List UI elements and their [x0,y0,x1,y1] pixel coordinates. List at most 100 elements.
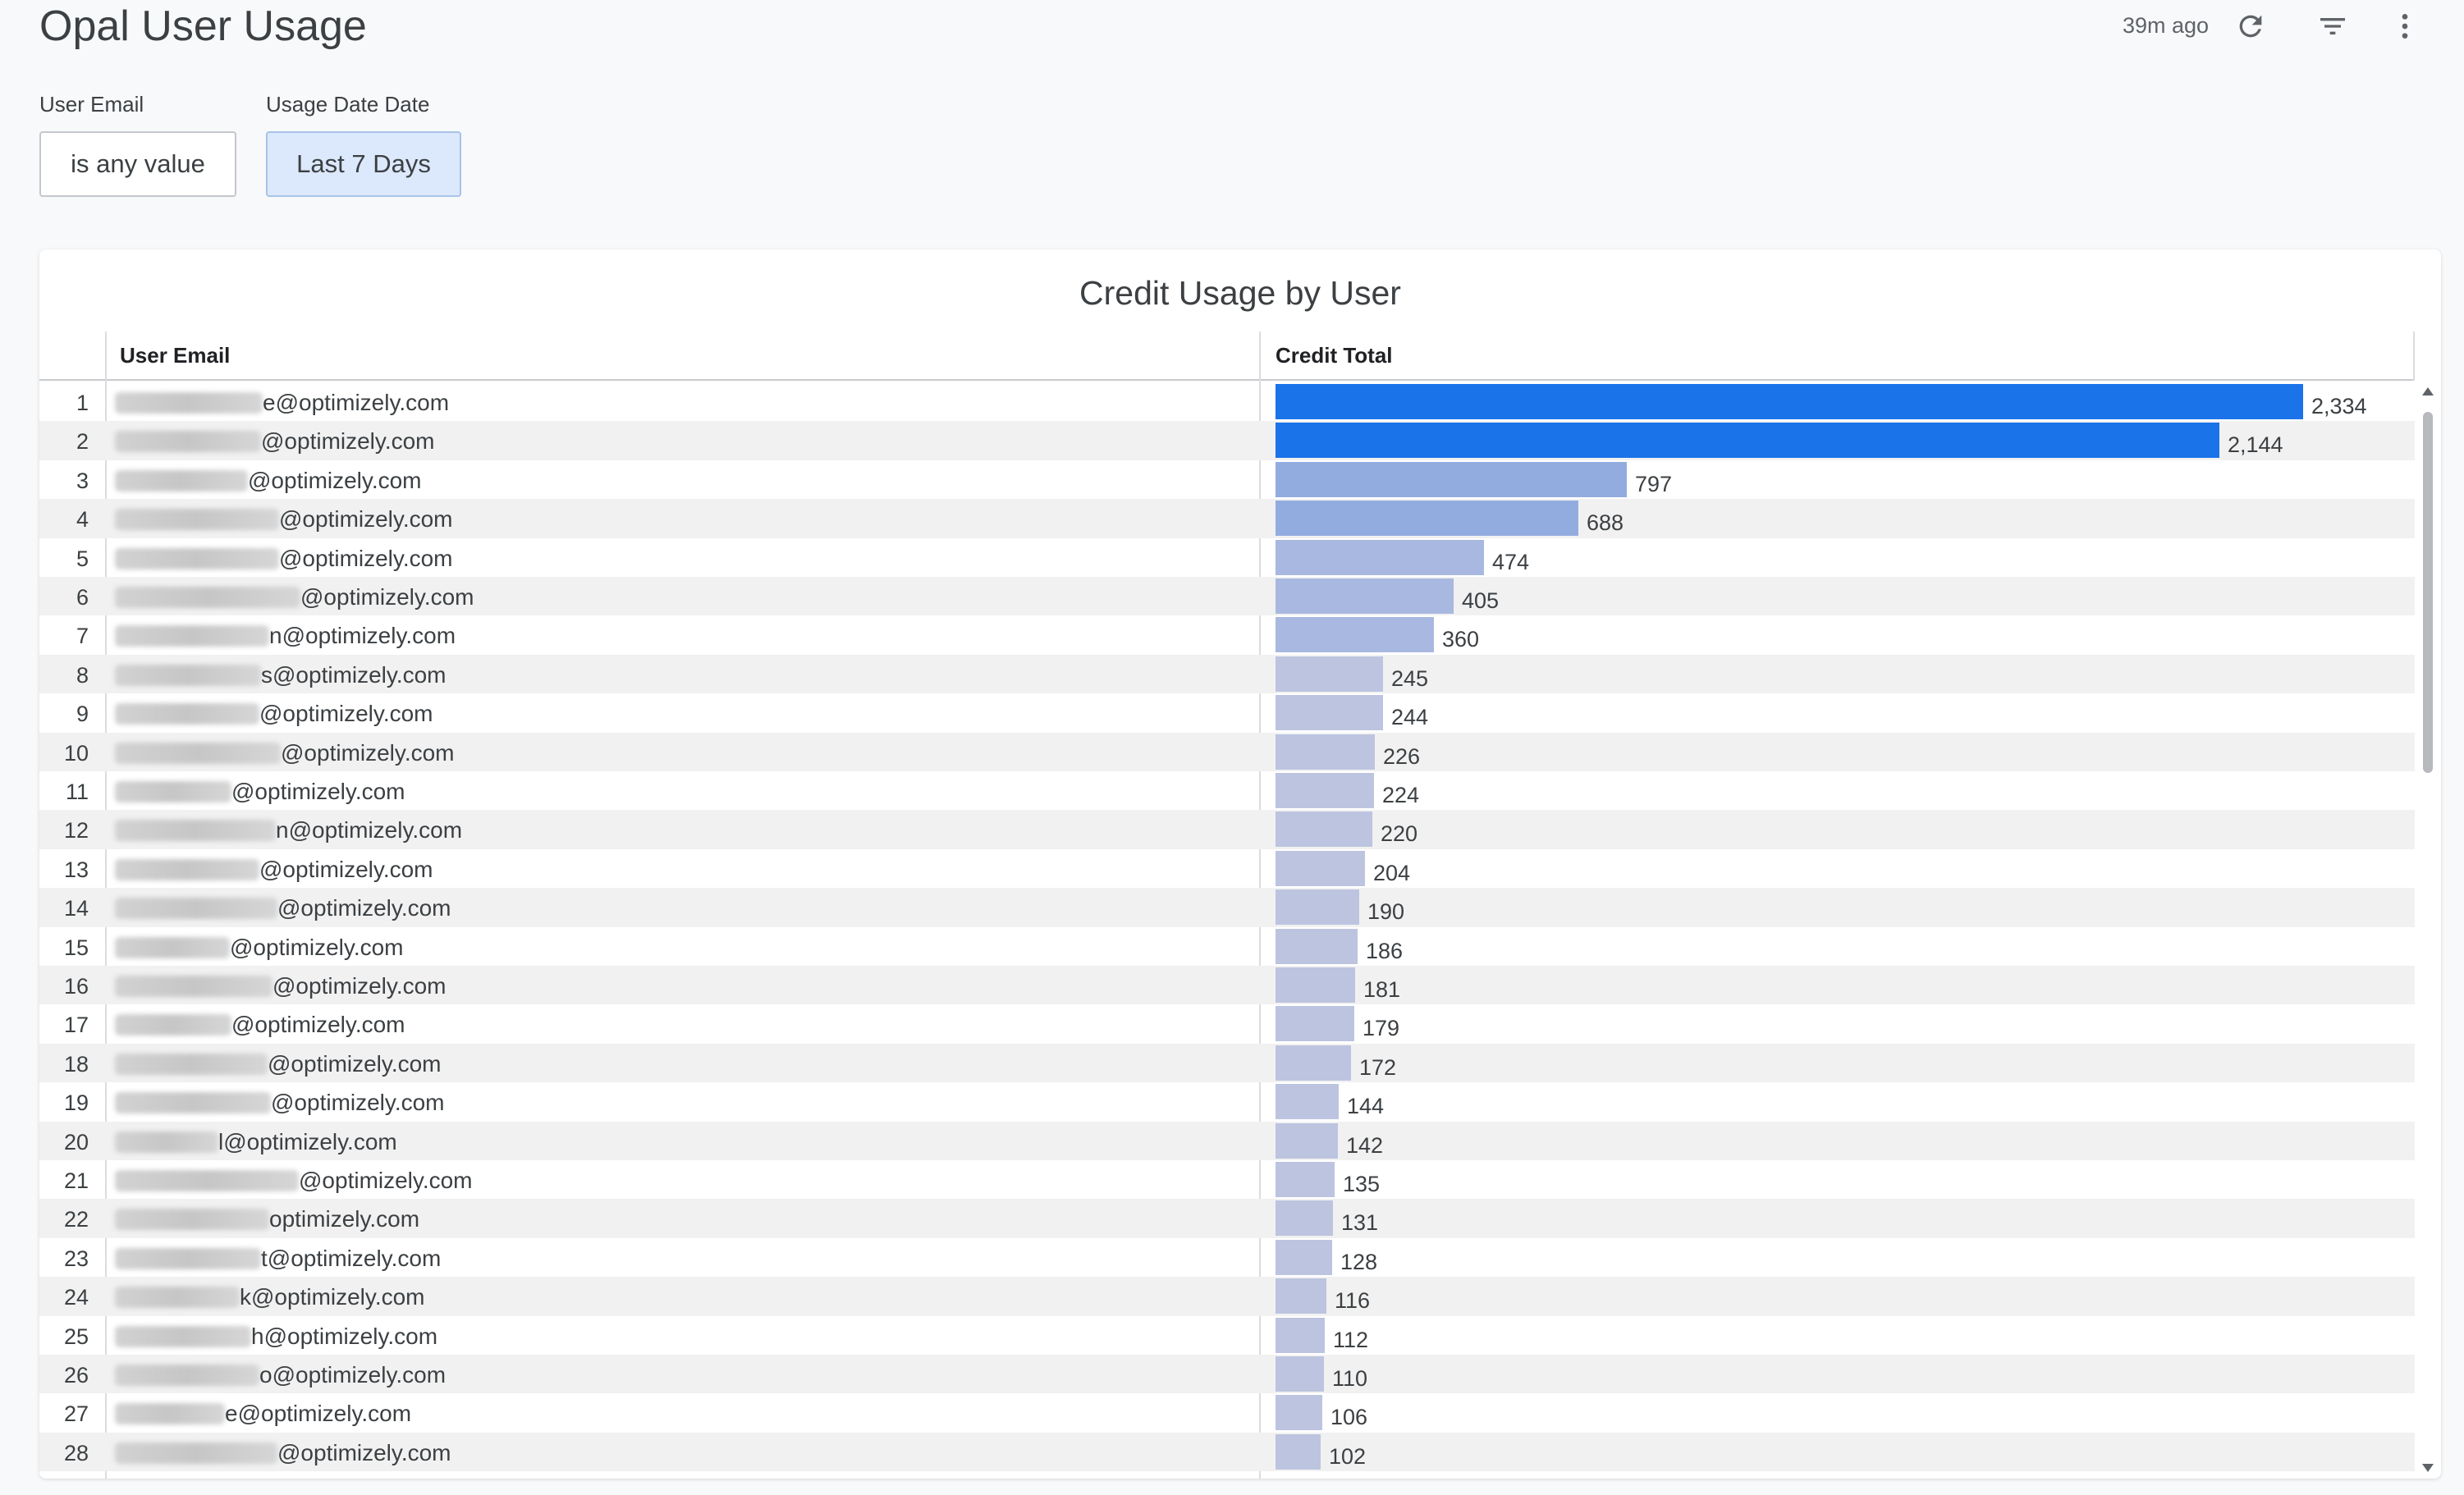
credit-bar[interactable] [1276,1045,1351,1081]
table-row[interactable]: 21 @optimizely.com 135 [39,1160,2415,1199]
table-row[interactable]: 3 @optimizely.com 797 [39,460,2415,499]
credit-bar[interactable] [1276,1278,1326,1314]
credit-bar[interactable] [1276,1084,1339,1120]
user-email-cell[interactable]: @optimizely.com [271,1090,445,1116]
user-email-cell[interactable]: @optimizely.com [277,1440,451,1466]
user-email-cell[interactable]: @optimizely.com [300,584,474,610]
table-row[interactable]: 19 @optimizely.com 144 [39,1082,2415,1121]
credit-bar[interactable] [1276,967,1355,1003]
credit-bar[interactable] [1276,656,1383,692]
credit-bar[interactable] [1276,1200,1333,1237]
tile-title: Credit Usage by User [1079,274,1401,312]
credit-bar[interactable] [1276,695,1383,731]
credit-bar[interactable] [1276,1317,1325,1353]
credit-bar[interactable] [1276,384,2303,419]
user-email-cell[interactable]: @optimizely.com [281,740,455,766]
vertical-scrollbar[interactable] [2420,384,2436,1479]
user-email-cell[interactable]: l@optimizely.com [218,1129,397,1155]
credit-bar[interactable] [1276,1006,1354,1042]
column-header-credit-total[interactable]: Credit Total [1276,331,1393,379]
table-row[interactable]: 8 s@optimizely.com 245 [39,654,2415,694]
credit-bar[interactable] [1276,734,1375,770]
user-email-cell[interactable]: @optimizely.com [259,857,433,883]
table-row[interactable]: 16 @optimizely.com 181 [39,966,2415,1005]
credit-bar[interactable] [1276,539,1484,575]
user-email-cell[interactable]: @optimizely.com [231,1012,405,1038]
user-email-cell[interactable]: e@optimizely.com [225,1401,411,1427]
user-email-cell[interactable]: @optimizely.com [273,973,447,999]
more-options-button[interactable] [2385,7,2425,46]
credit-bar[interactable] [1276,578,1454,614]
table-row[interactable]: 11 @optimizely.com 224 [39,771,2415,810]
credit-bar[interactable] [1276,461,1627,497]
user-email-cell[interactable]: @optimizely.com [279,546,453,572]
user-email-cell[interactable]: n@optimizely.com [276,817,462,844]
table-row[interactable]: 10 @optimizely.com 226 [39,732,2415,771]
credit-bar[interactable] [1276,1239,1332,1275]
table-row[interactable]: 13 @optimizely.com 204 [39,849,2415,888]
table-row[interactable]: 28 @optimizely.com 102 [39,1432,2415,1472]
credit-bar[interactable] [1276,850,1365,886]
usage-date-filter-chip[interactable]: Last 7 Days [266,131,461,197]
refresh-button[interactable] [2231,7,2270,46]
table-row[interactable]: 18 @optimizely.com 172 [39,1043,2415,1083]
user-email-cell[interactable]: k@optimizely.com [240,1284,425,1310]
row-number: 16 [63,974,89,999]
table-row[interactable]: 15 @optimizely.com 186 [39,927,2415,966]
scroll-thumb[interactable] [2423,412,2433,773]
credit-bar[interactable] [1276,1433,1321,1470]
table-row[interactable]: 17 @optimizely.com 179 [39,1004,2415,1043]
filter-button[interactable] [2313,7,2352,46]
column-header-user-email[interactable]: User Email [120,331,230,379]
credit-bar[interactable] [1276,423,2219,459]
user-email-cell[interactable]: @optimizely.com [231,779,405,805]
user-email-cell[interactable]: t@optimizely.com [261,1246,441,1272]
credit-bar[interactable] [1276,812,1372,848]
user-email-cell[interactable]: @optimizely.com [299,1168,473,1194]
scroll-up-icon[interactable] [2422,387,2434,395]
user-email-filter-chip[interactable]: is any value [39,131,236,197]
user-email-cell[interactable]: @optimizely.com [277,895,451,921]
user-email-cell[interactable]: @optimizely.com [230,935,404,961]
table-row[interactable]: 2 @optimizely.com 2,144 [39,421,2415,460]
table-row[interactable]: 24 k@optimizely.com 116 [39,1277,2415,1316]
user-email-cell[interactable]: o@optimizely.com [259,1362,446,1388]
row-number: 2 [76,429,89,455]
credit-bar[interactable] [1276,1356,1324,1392]
user-email-cell[interactable]: @optimizely.com [259,701,433,727]
table-row[interactable]: 27 e@optimizely.com 106 [39,1393,2415,1432]
credit-bar[interactable] [1276,1122,1338,1159]
table-row[interactable]: 7 n@optimizely.com 360 [39,615,2415,654]
credit-bar[interactable] [1276,889,1359,926]
credit-bar[interactable] [1276,1162,1335,1197]
user-email-cell[interactable]: s@optimizely.com [261,662,447,688]
user-email-cell[interactable]: optimizely.com [269,1206,419,1232]
table-row[interactable]: 9 @optimizely.com 244 [39,693,2415,732]
table-row[interactable]: 26 o@optimizely.com 110 [39,1355,2415,1394]
table-row[interactable]: 5 @optimizely.com 474 [39,538,2415,577]
table-row[interactable]: 4 @optimizely.com 688 [39,499,2415,538]
credit-bar[interactable] [1276,773,1374,808]
user-email-cell[interactable]: h@optimizely.com [251,1324,437,1350]
table-row[interactable]: 22 optimizely.com 131 [39,1199,2415,1238]
table-row[interactable]: 12 n@optimizely.com 220 [39,810,2415,849]
table-row[interactable]: 25 h@optimizely.com 112 [39,1316,2415,1355]
row-number: 1 [76,391,89,415]
credit-bar[interactable] [1276,617,1434,653]
user-email-cell[interactable]: @optimizely.com [268,1051,442,1077]
table-row[interactable]: 1 e@optimizely.com 2,334 [39,382,2415,421]
user-email-cell[interactable]: @optimizely.com [261,428,435,455]
user-email-cell[interactable]: @optimizely.com [279,506,453,533]
table-row[interactable]: 14 @optimizely.com 190 [39,888,2415,927]
user-email-cell[interactable]: @optimizely.com [248,468,422,494]
table-row[interactable]: 20 l@optimizely.com 142 [39,1121,2415,1160]
user-email-cell[interactable]: n@optimizely.com [269,623,456,649]
credit-bar[interactable] [1276,928,1358,964]
credit-bar[interactable] [1276,501,1578,537]
table-row[interactable]: 6 @optimizely.com 405 [39,577,2415,616]
user-email-cell[interactable]: e@optimizely.com [263,390,449,416]
credit-bar[interactable] [1276,1395,1322,1431]
table-row[interactable]: 23 t@optimizely.com 128 [39,1238,2415,1277]
scroll-down-icon[interactable] [2422,1464,2434,1472]
row-number: 9 [76,702,89,727]
